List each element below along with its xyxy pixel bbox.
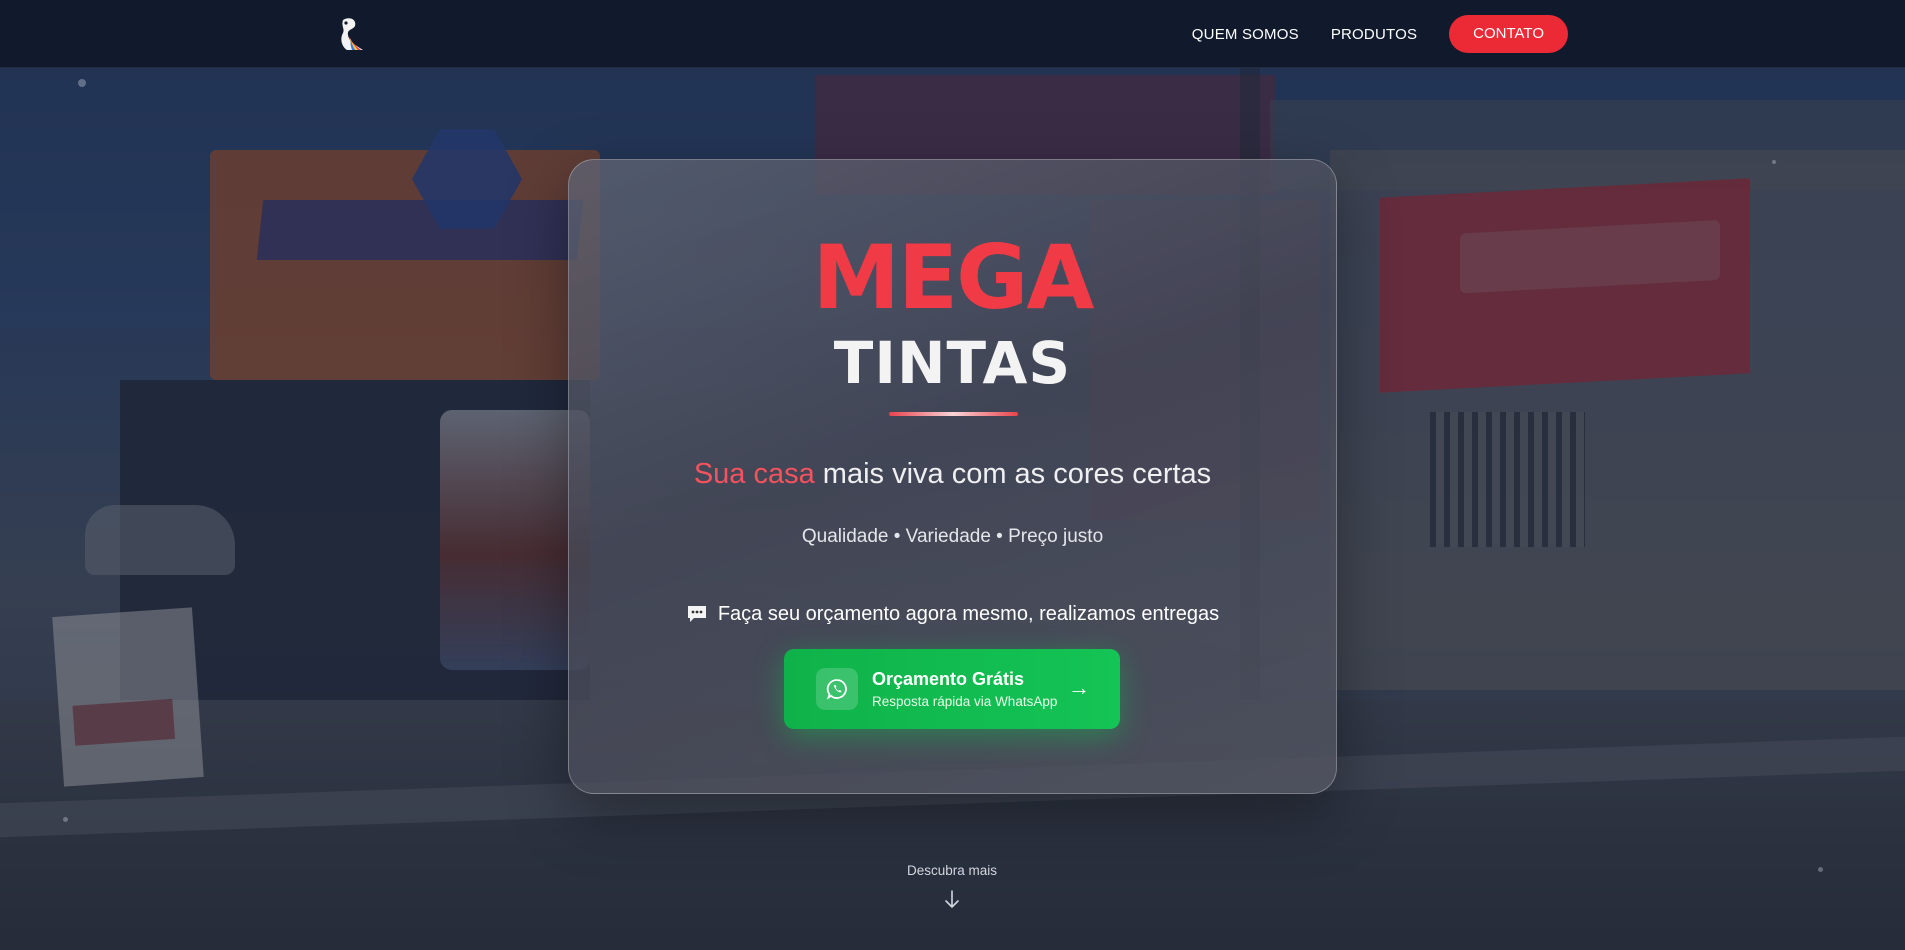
hero-subline: Qualidade • Variedade • Preço justo [801, 526, 1104, 547]
brand-title-primary: MEGA [812, 226, 1094, 329]
nav-link-quem-somos[interactable]: QUEM SOMOS [1192, 26, 1299, 43]
whatsapp-icon [816, 668, 858, 710]
decorative-dot [1818, 867, 1823, 872]
main-nav: QUEM SOMOS PRODUTOS CONTATO [1192, 15, 1568, 53]
brand-title-secondary: TINTAS [833, 329, 1072, 397]
arrow-right-icon: → [1068, 675, 1090, 700]
hero-card: MEGA TINTAS Sua casa mais viva com as co… [568, 159, 1337, 794]
tagline-text: mais viva com as cores certas [814, 458, 1212, 490]
decorative-dot [78, 79, 86, 87]
whatsapp-button-title: Orçamento Grátis [872, 669, 1025, 689]
brand-logo-icon[interactable] [337, 16, 367, 52]
nav-link-produtos[interactable]: PRODUTOS [1331, 26, 1417, 43]
tagline-accent: Sua casa [693, 458, 815, 490]
speech-bubble-icon [686, 604, 708, 624]
whatsapp-quote-button[interactable]: Orçamento Grátis Resposta rápida via Wha… [784, 649, 1120, 729]
site-header: QUEM SOMOS PRODUTOS CONTATO [0, 0, 1905, 68]
quote-prompt: Faça seu orçamento agora mesmo, realizam… [569, 600, 1336, 628]
contact-button[interactable]: CONTATO [1449, 15, 1568, 53]
whatsapp-button-subtitle: Resposta rápida via WhatsApp [872, 694, 1058, 709]
hero-tagline: Sua casa mais viva com as cores certas [569, 456, 1336, 492]
scroll-hint-label[interactable]: Descubra mais [852, 862, 1052, 880]
quote-text: Faça seu orçamento agora mesmo, realizam… [717, 603, 1220, 625]
arrow-down-icon[interactable] [942, 888, 962, 912]
title-divider [889, 412, 1018, 416]
decorative-dot [63, 817, 68, 822]
decorative-dot [1772, 160, 1776, 164]
